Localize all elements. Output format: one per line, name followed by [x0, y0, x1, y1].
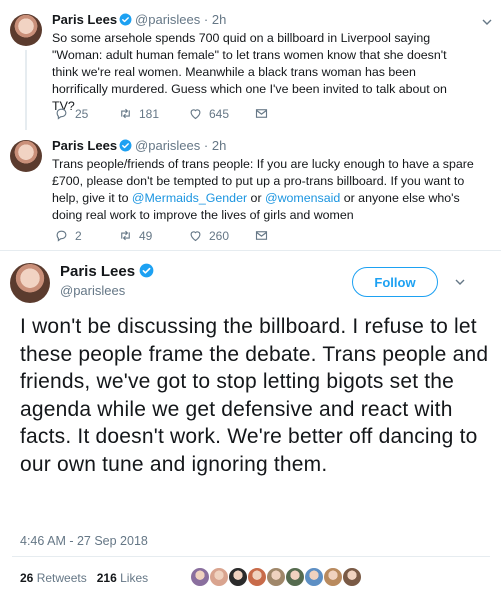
direct-message-button[interactable]: [254, 106, 269, 121]
like-button[interactable]: 260: [188, 228, 229, 243]
retweets-count: 26: [20, 571, 34, 585]
direct-message-button[interactable]: [254, 228, 269, 243]
retweet-count: 181: [139, 106, 160, 121]
thread-connector: [25, 50, 27, 130]
verified-badge-icon: [119, 139, 132, 152]
retweet-button[interactable]: 49: [118, 228, 152, 243]
like-count: 645: [209, 106, 230, 121]
tweet-time[interactable]: 2h: [212, 138, 226, 153]
retweets-label: Retweets: [36, 571, 87, 585]
author-name-text: Paris Lees: [60, 263, 136, 280]
reply-button[interactable]: 2: [54, 228, 82, 243]
avatar[interactable]: [10, 263, 50, 303]
engagement-stats: 26 Retweets 216 Likes: [20, 571, 148, 585]
thread-tweet-2[interactable]: Paris Lees @parislees · 2h Trans people/f…: [0, 130, 501, 250]
retweet-icon: [121, 230, 130, 241]
reply-count: 2: [75, 228, 82, 243]
verified-badge-icon: [139, 263, 154, 278]
separator-dot: ·: [203, 138, 209, 153]
author-handle[interactable]: @parislees: [60, 283, 125, 298]
text-segment: or: [247, 191, 266, 205]
avatar[interactable]: [10, 140, 42, 172]
envelope-icon: [255, 231, 268, 240]
retweets-stat[interactable]: 26 Retweets: [20, 571, 87, 585]
reply-icon: [56, 108, 67, 120]
reply-button[interactable]: 25: [54, 106, 88, 121]
reply-icon: [56, 230, 67, 242]
verified-badge-icon: [119, 13, 132, 26]
liker-avatar[interactable]: [342, 567, 362, 587]
mention-link[interactable]: @womensaid: [265, 191, 340, 205]
likes-count: 216: [96, 571, 117, 585]
tweet-actions: 25 181 645: [52, 106, 352, 124]
liker-avatar[interactable]: [228, 567, 248, 587]
retweet-button[interactable]: 181: [118, 106, 159, 121]
tweet-text: So some arsehole spends 700 quid on a bi…: [52, 31, 447, 113]
main-tweet: Paris Lees @parislees Follow I won't be …: [0, 251, 501, 600]
author-handle[interactable]: @parislees: [135, 138, 200, 153]
tweet-timestamp[interactable]: 4:46 AM - 27 Sep 2018: [20, 534, 148, 548]
author-handle[interactable]: @parislees: [135, 12, 200, 27]
heart-icon: [190, 231, 201, 242]
reply-count: 25: [75, 106, 89, 121]
liker-avatar[interactable]: [190, 567, 210, 587]
tweet-text: I won't be discussing the billboard. I r…: [20, 315, 489, 476]
tweet-header: Paris Lees @parislees · 2h: [52, 138, 226, 153]
tweet-text: Trans people/friends of trans people: If…: [52, 156, 477, 224]
thread-tweet-1[interactable]: Paris Lees @parislees · 2h So some arseho…: [0, 0, 501, 130]
tweet-time[interactable]: 2h: [212, 12, 226, 27]
like-button[interactable]: 645: [188, 106, 229, 121]
chevron-down-icon[interactable]: [481, 16, 493, 28]
mention-link[interactable]: @Mermaids_Gender: [132, 191, 247, 205]
liker-avatar[interactable]: [209, 567, 229, 587]
author-name[interactable]: Paris Lees: [60, 263, 157, 280]
heart-icon: [190, 109, 201, 120]
liker-avatar[interactable]: [304, 567, 324, 587]
separator-dot: ·: [203, 12, 209, 27]
envelope-icon: [255, 109, 268, 118]
tweet-actions: 2 49 260: [52, 228, 352, 246]
author-name[interactable]: Paris Lees: [52, 12, 117, 27]
liker-avatar[interactable]: [247, 567, 267, 587]
likes-label: Likes: [120, 571, 149, 585]
retweet-count: 49: [139, 228, 153, 243]
liker-avatar[interactable]: [266, 567, 286, 587]
author-name[interactable]: Paris Lees: [52, 138, 117, 153]
liker-avatar[interactable]: [323, 567, 343, 587]
follow-button[interactable]: Follow: [352, 267, 438, 297]
chevron-down-icon[interactable]: [454, 276, 466, 288]
avatar[interactable]: [10, 14, 42, 46]
retweet-icon: [121, 108, 130, 119]
divider: [12, 556, 490, 557]
like-count: 260: [209, 228, 230, 243]
tweet-header: Paris Lees @parislees · 2h: [52, 12, 226, 27]
likes-stat[interactable]: 216 Likes: [97, 571, 148, 585]
liker-avatar[interactable]: [285, 567, 305, 587]
liker-avatars: [190, 567, 362, 587]
